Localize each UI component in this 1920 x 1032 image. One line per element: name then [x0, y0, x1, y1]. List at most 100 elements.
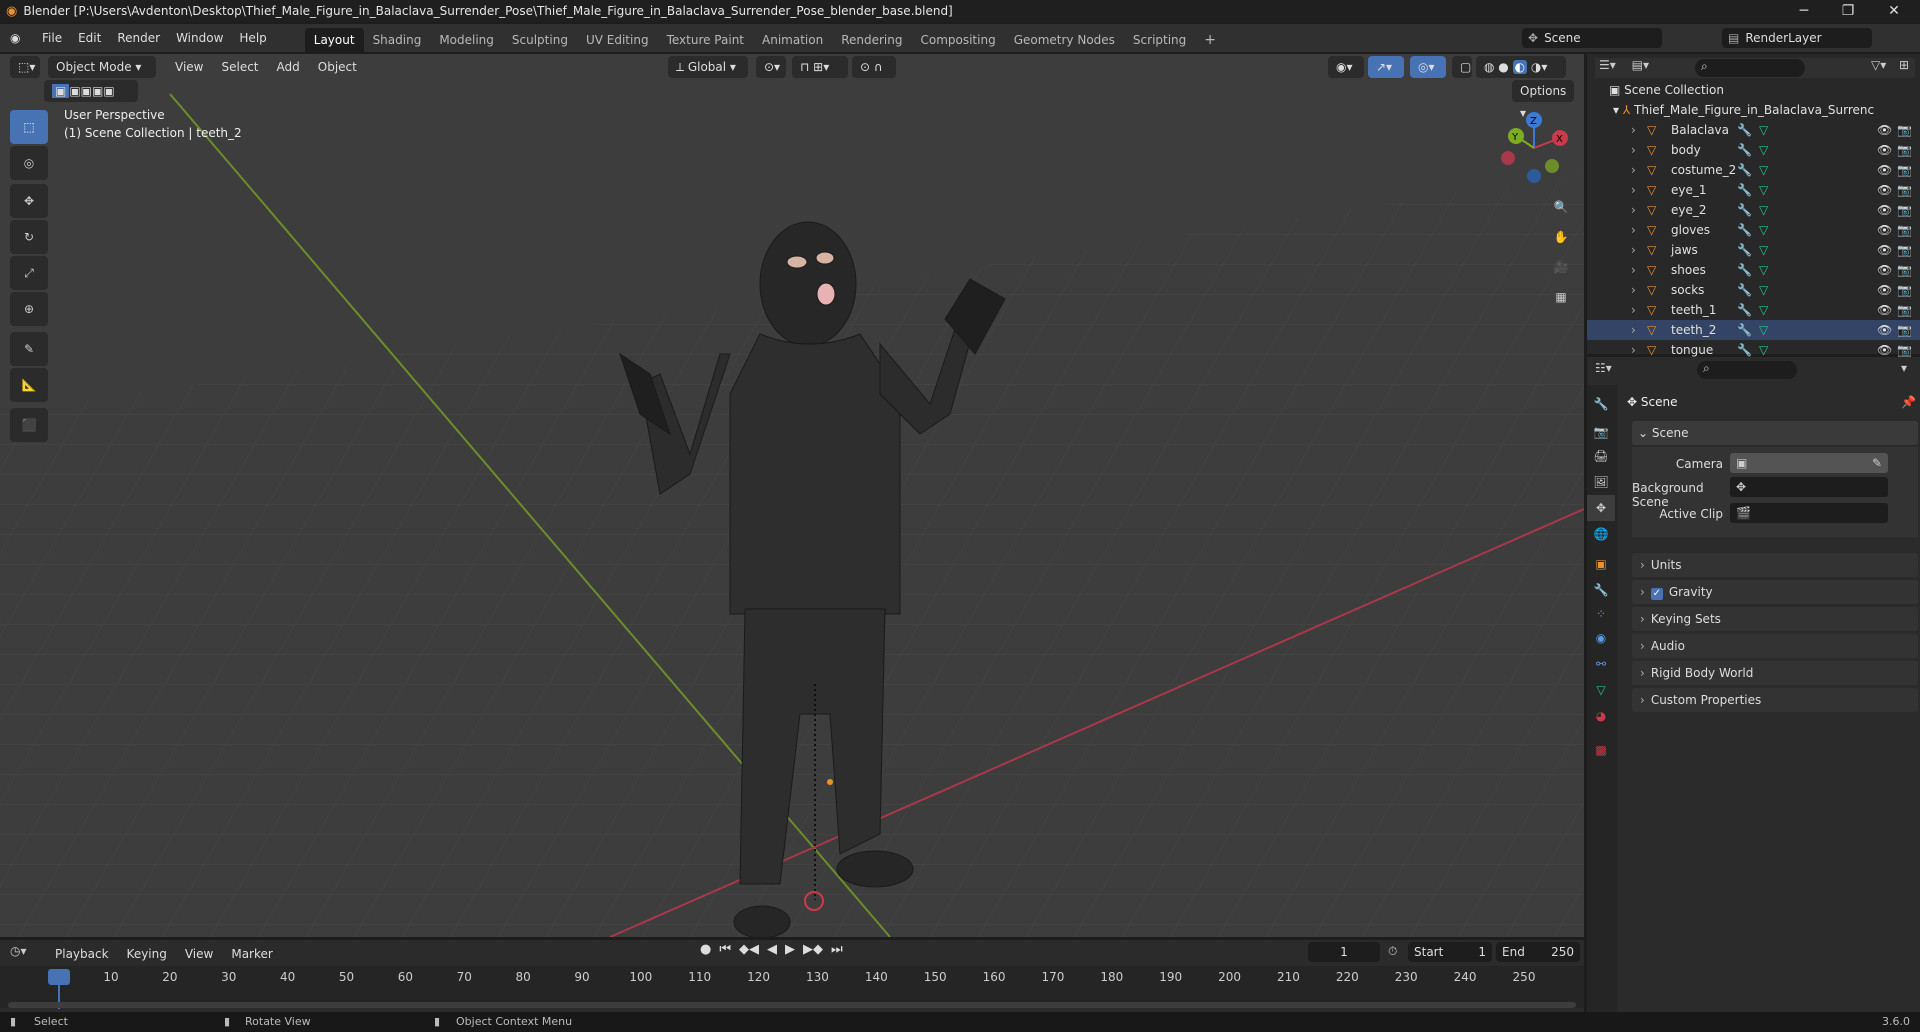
jump-start-icon[interactable]: ⏮ — [719, 942, 731, 957]
expand-arrow-icon[interactable]: › — [1631, 240, 1636, 260]
expand-arrow-icon[interactable]: ▾ — [1613, 103, 1619, 117]
tab-texture-paint[interactable]: Texture Paint — [658, 28, 753, 52]
timeline-menu-keying[interactable]: Keying — [118, 944, 176, 964]
maximize-button[interactable]: ❐ — [1826, 0, 1870, 22]
data-tab-icon[interactable]: ▽ — [1587, 677, 1615, 703]
new-collection-icon[interactable]: ⊞ — [1899, 58, 1909, 72]
measure-tool[interactable]: 📐 — [10, 368, 48, 402]
transform-orientation[interactable]: ⟂ Global ▾ — [668, 56, 748, 78]
visibility-eye-icon[interactable]: 👁 — [1877, 140, 1892, 160]
snap-button[interactable]: ⊓ ⊞▾ — [792, 56, 848, 78]
texture-tab-icon[interactable]: ▩ — [1587, 737, 1615, 763]
scene-selector[interactable]: ✥ Scene — [1522, 28, 1662, 48]
render-camera-icon[interactable]: 📷 — [1897, 120, 1912, 140]
tab-rendering[interactable]: Rendering — [832, 28, 911, 52]
panel-keying-sets[interactable]: › Keying Sets — [1632, 607, 1918, 631]
outliner-item-body[interactable]: › ▽ body 🔧 ▽ 👁 📷 — [1587, 140, 1920, 160]
annotate-tool[interactable]: ✎ — [10, 332, 48, 366]
menu-edit[interactable]: Edit — [70, 24, 109, 52]
visibility-eye-icon[interactable]: 👁 — [1877, 220, 1892, 240]
visibility-eye-icon[interactable]: 👁 — [1877, 120, 1892, 140]
gravity-checkbox[interactable]: ✓ — [1650, 588, 1663, 600]
expand-arrow-icon[interactable]: › — [1631, 280, 1636, 300]
tab-sculpting[interactable]: Sculpting — [503, 28, 577, 52]
visibility-eye-icon[interactable]: 👁 — [1877, 260, 1892, 280]
properties-options-icon[interactable]: ▾ — [1901, 361, 1907, 375]
transform-tool[interactable]: ⊕ — [10, 292, 48, 326]
tab-scripting[interactable]: Scripting — [1124, 28, 1195, 52]
expand-arrow-icon[interactable]: › — [1631, 220, 1636, 240]
outliner-item-costume_2[interactable]: › ▽ costume_2 🔧 ▽ 👁 📷 — [1587, 160, 1920, 180]
render-tab-icon[interactable]: 📷 — [1587, 419, 1615, 445]
render-camera-icon[interactable]: 📷 — [1897, 220, 1912, 240]
add-workspace-button[interactable]: + — [1195, 28, 1225, 52]
tab-geometry-nodes[interactable]: Geometry Nodes — [1005, 28, 1124, 52]
visibility-eye-icon[interactable]: 👁 — [1877, 240, 1892, 260]
viewport-menu-select[interactable]: Select — [212, 56, 267, 78]
object-tab-icon[interactable]: ▣ — [1587, 551, 1615, 577]
outliner-item-teeth_2[interactable]: › ▽ teeth_2 🔧 ▽ 👁 📷 — [1587, 320, 1920, 340]
eyedropper-icon[interactable]: ✎ — [1872, 453, 1882, 473]
cursor-tool[interactable]: ◎ — [10, 146, 48, 180]
particles-tab-icon[interactable]: ⁘ — [1587, 601, 1615, 627]
output-tab-icon[interactable]: 🖨 — [1587, 443, 1615, 469]
pivot-point-button[interactable]: ⊙▾ — [756, 56, 786, 78]
scene-panel-header[interactable]: ⌄ Scene — [1632, 421, 1918, 445]
visibility-eye-icon[interactable]: 👁 — [1877, 160, 1892, 180]
panel-units[interactable]: › Units — [1632, 553, 1918, 577]
jump-end-icon[interactable]: ⏭ — [831, 942, 843, 957]
modifier-tab-icon[interactable]: 🔧 — [1587, 577, 1615, 603]
render-camera-icon[interactable]: 📷 — [1897, 200, 1912, 220]
minimize-button[interactable]: ─ — [1782, 0, 1826, 22]
scene-tab-icon[interactable]: ✥ — [1587, 495, 1615, 521]
render-camera-icon[interactable]: 📷 — [1897, 260, 1912, 280]
camera-view-icon[interactable]: 🎥 — [1548, 254, 1574, 280]
current-frame-field[interactable]: 1 — [1308, 942, 1380, 962]
visibility-eye-icon[interactable]: 👁 — [1877, 320, 1892, 340]
timeline-editor-icon[interactable]: ◷▾ — [10, 944, 27, 958]
filter-icon[interactable]: ▽▾ — [1871, 58, 1886, 72]
view-layer-tab-icon[interactable]: 🖼 — [1587, 469, 1615, 495]
properties-search-input[interactable]: ⌕ — [1697, 361, 1797, 379]
expand-arrow-icon[interactable]: › — [1631, 180, 1636, 200]
add-cube-tool[interactable]: ⬛ — [10, 408, 48, 442]
outliner-item-socks[interactable]: › ▽ socks 🔧 ▽ 👁 📷 — [1587, 280, 1920, 300]
outliner-item-eye_2[interactable]: › ▽ eye_2 🔧 ▽ 👁 📷 — [1587, 200, 1920, 220]
overlay-toggle[interactable]: ◎▾ — [1410, 56, 1446, 78]
play-reverse-icon[interactable]: ◀ — [767, 942, 777, 957]
menu-file[interactable]: File — [34, 24, 70, 52]
visibility-eye-icon[interactable]: 👁 — [1877, 200, 1892, 220]
expand-arrow-icon[interactable]: › — [1631, 320, 1636, 340]
end-frame-field[interactable]: End 250 — [1496, 942, 1580, 962]
tab-uv-editing[interactable]: UV Editing — [577, 28, 658, 52]
scale-tool[interactable]: ⤢ — [10, 256, 48, 290]
panel-rigid-body-world[interactable]: › Rigid Body World — [1632, 661, 1918, 685]
outliner-item-jaws[interactable]: › ▽ jaws 🔧 ▽ 👁 📷 — [1587, 240, 1920, 260]
visibility-eye-icon[interactable]: 👁 — [1877, 180, 1892, 200]
timeline-menu-view[interactable]: View — [176, 944, 222, 964]
outliner-search-input[interactable]: ⌕ — [1695, 59, 1805, 77]
physics-tab-icon[interactable]: ◉ — [1587, 625, 1615, 651]
render-camera-icon[interactable]: 📷 — [1897, 140, 1912, 160]
camera-field[interactable]: ▣ ✎ — [1730, 453, 1888, 473]
options-button[interactable]: Options ▾ — [1512, 80, 1574, 120]
shading-modes[interactable]: ◍ ● ◐ ◑▾ — [1476, 56, 1566, 78]
panel-audio[interactable]: › Audio — [1632, 634, 1918, 658]
expand-arrow-icon[interactable]: › — [1631, 120, 1636, 140]
tool-tab-icon[interactable]: 🔧 — [1587, 391, 1615, 417]
move-tool[interactable]: ✥ — [10, 184, 48, 218]
record-icon[interactable]: ● — [700, 942, 711, 957]
render-camera-icon[interactable]: 📷 — [1897, 180, 1912, 200]
background-scene-field[interactable]: ✥ — [1730, 477, 1888, 497]
viewport-menu-add[interactable]: Add — [268, 56, 309, 78]
play-icon[interactable]: ▶ — [785, 942, 795, 957]
scene-collection-row[interactable]: ▣ Scene Collection — [1587, 80, 1920, 100]
timeline-scrollbar[interactable] — [8, 1002, 1576, 1008]
editor-type-button[interactable]: ⬚▾ — [10, 56, 40, 78]
timeline-menu-playback[interactable]: Playback — [46, 944, 118, 964]
panel-gravity[interactable]: › ✓ Gravity — [1632, 580, 1918, 604]
world-tab-icon[interactable]: 🌐 — [1587, 521, 1615, 547]
viewport-menu-object[interactable]: Object — [309, 56, 366, 78]
tab-compositing[interactable]: Compositing — [911, 28, 1004, 52]
selection-mode-buttons[interactable]: ▣ ▣▣▣▣ — [44, 80, 138, 102]
